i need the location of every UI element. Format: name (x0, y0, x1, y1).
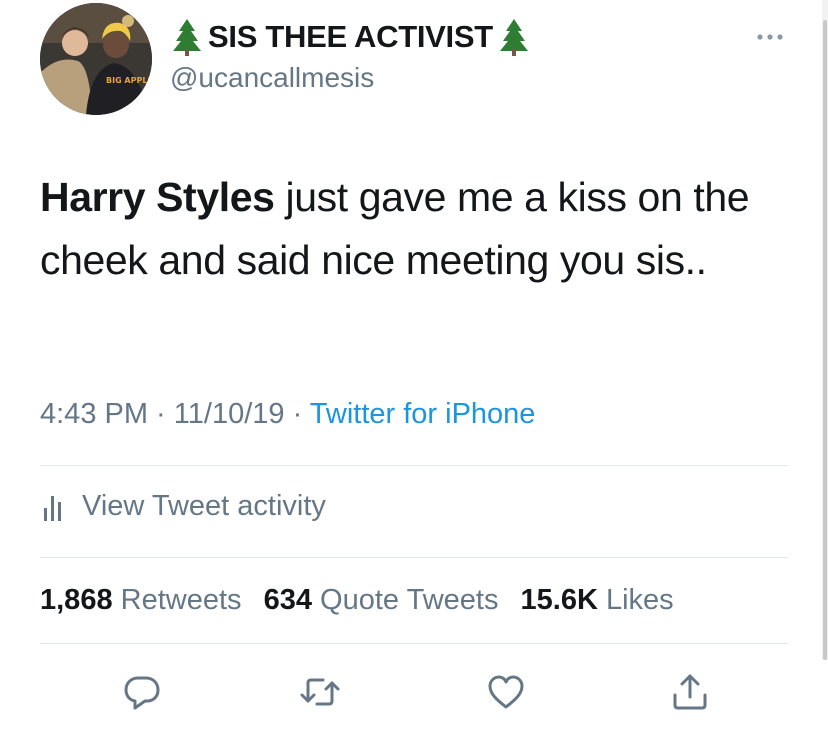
tweet-stats: 1,868 Retweets 634 Quote Tweets 15.6K Li… (40, 584, 688, 617)
share-icon (673, 674, 707, 710)
view-tweet-activity[interactable]: View Tweet activity (42, 490, 326, 523)
tweet-mention: Harry Styles (40, 174, 275, 220)
share-button[interactable] (666, 668, 714, 716)
quote-tweets-stat[interactable]: 634 Quote Tweets (264, 584, 499, 616)
divider (40, 465, 788, 466)
reply-button[interactable] (118, 668, 166, 716)
meta-separator: · (284, 398, 310, 430)
author-handle[interactable]: @ucancallmesis (170, 62, 374, 94)
divider (40, 557, 788, 558)
divider (40, 643, 788, 644)
tweet-text: Harry Styles just gave me a kiss on the … (40, 166, 800, 292)
likes-stat[interactable]: 15.6K Likes (521, 584, 674, 616)
retweets-label: Retweets (120, 584, 242, 616)
scrollbar-track[interactable] (822, 0, 828, 660)
meta-separator: · (148, 398, 174, 430)
avatar-shirt-text: BIG APPLE CIRCUS (106, 76, 152, 85)
tweet-actions (0, 668, 828, 718)
quote-tweets-count: 634 (263, 584, 312, 616)
heart-icon (488, 675, 524, 709)
evergreen-tree-icon (173, 19, 201, 56)
author-name-row[interactable]: SIS THEE ACTIVIST (170, 17, 531, 57)
author-display-name[interactable]: SIS THEE ACTIVIST (208, 19, 493, 55)
likes-count: 15.6K (520, 584, 598, 616)
likes-label: Likes (605, 584, 674, 616)
tweet-source-link[interactable]: Twitter for iPhone (310, 398, 536, 430)
author-avatar[interactable]: BIG APPLE CIRCUS (40, 3, 152, 115)
retweets-stat[interactable]: 1,868 Retweets (40, 584, 242, 616)
tweet-time: 4:43 PM (40, 398, 148, 430)
like-button[interactable] (482, 668, 530, 716)
retweets-count: 1,868 (40, 584, 113, 616)
retweet-button[interactable] (296, 668, 344, 716)
evergreen-tree-icon (499, 19, 528, 56)
retweet-icon (300, 678, 340, 706)
tweet-meta: 4:43 PM · 11/10/19 · Twitter for iPhone (40, 398, 535, 431)
tweet-date[interactable]: 11/10/19 (174, 398, 285, 430)
more-options-icon[interactable] (755, 30, 785, 44)
scrollbar-thumb[interactable] (823, 20, 827, 660)
view-tweet-activity-label: View Tweet activity (82, 490, 326, 522)
bar-chart-icon (44, 495, 61, 521)
reply-icon (124, 676, 160, 710)
avatar-photo: BIG APPLE CIRCUS (40, 3, 152, 115)
quote-tweets-label: Quote Tweets (320, 584, 499, 616)
